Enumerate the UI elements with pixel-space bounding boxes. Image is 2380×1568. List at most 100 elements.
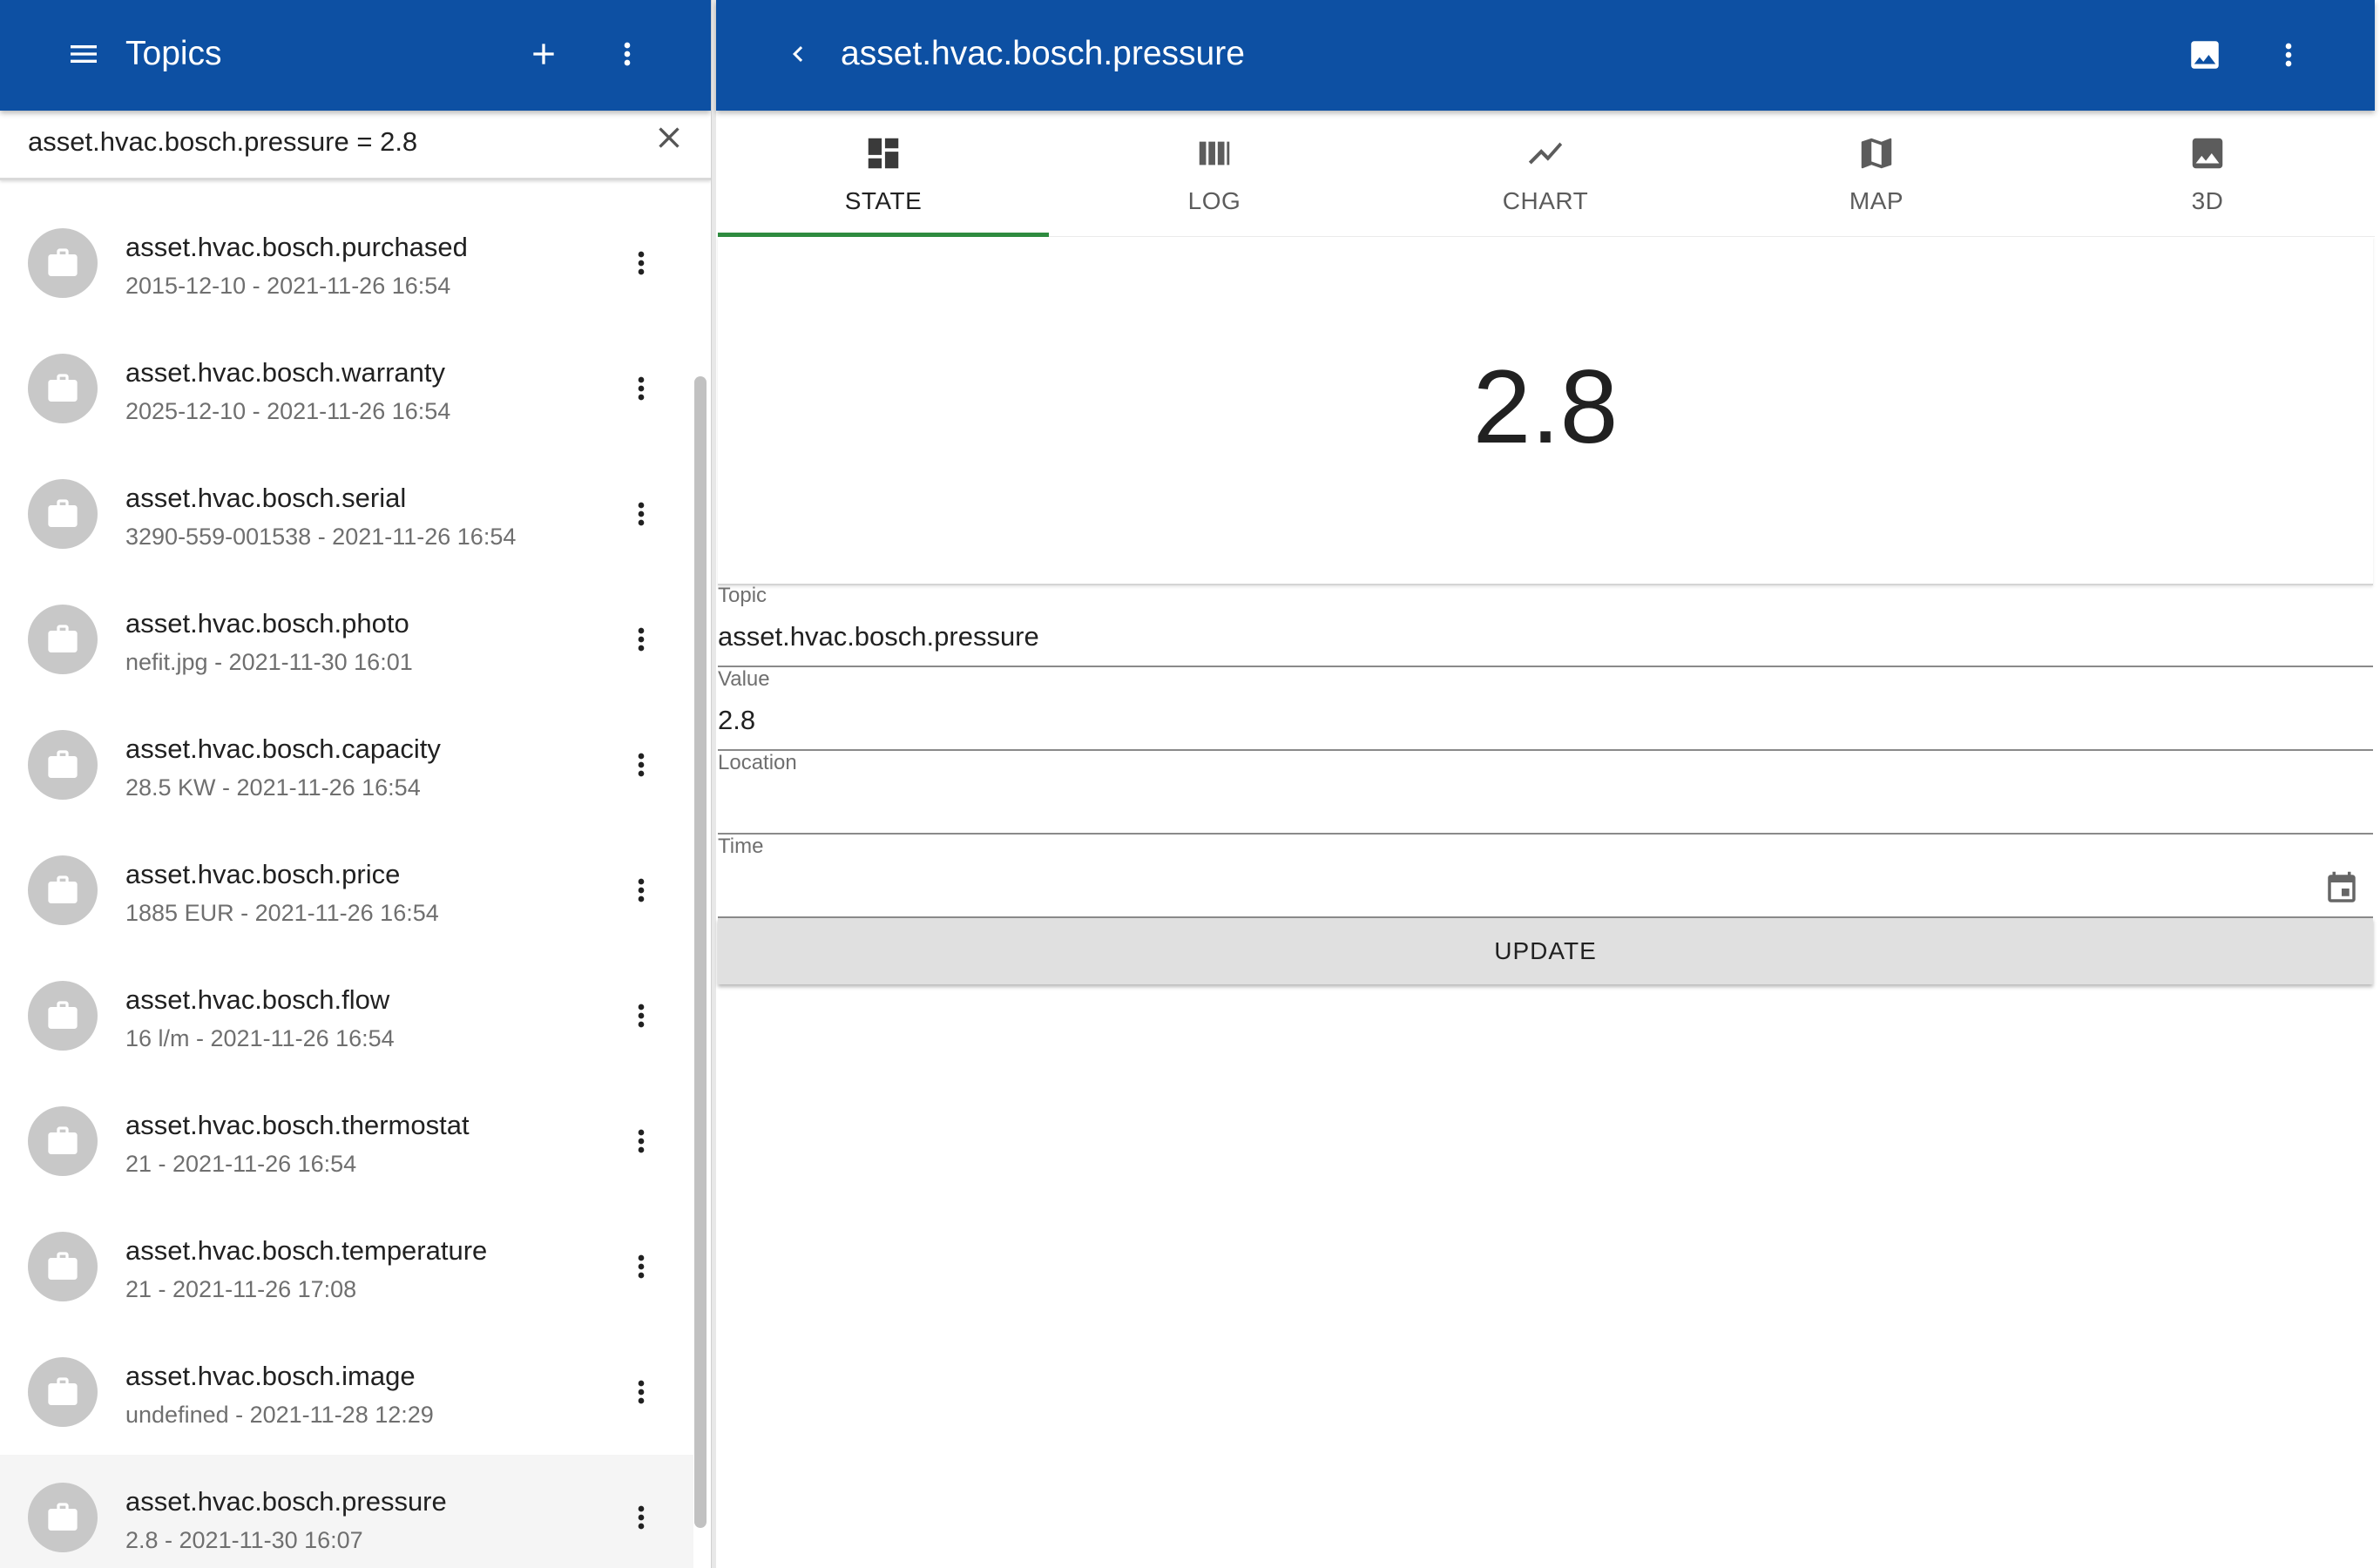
search-input[interactable] — [28, 118, 638, 166]
topic-name: asset.hvac.bosch.temperature — [125, 1235, 488, 1266]
more-vertical-icon[interactable] — [620, 491, 662, 537]
topics-app-bar: Topics — [0, 0, 711, 111]
briefcase-icon — [28, 228, 98, 298]
topic-subtitle: 2015-12-10 - 2021-11-26 16:54 — [125, 273, 451, 299]
topic-list-item[interactable]: asset.hvac.bosch.thermostat 21 - 2021-11-… — [0, 1078, 693, 1204]
topic-subtitle: 2.8 - 2021-11-30 16:07 — [125, 1527, 363, 1553]
image-icon[interactable] — [2183, 33, 2227, 77]
more-vertical-icon[interactable] — [605, 31, 650, 77]
tab-state[interactable]: STATE — [718, 111, 1049, 237]
topics-title: Topics — [125, 35, 222, 72]
more-vertical-icon[interactable] — [620, 617, 662, 662]
close-icon[interactable] — [646, 115, 692, 160]
detail-app-bar: asset.hvac.bosch.pressure — [716, 0, 2375, 111]
topic-subtitle: 21 - 2021-11-26 17:08 — [125, 1276, 357, 1302]
more-vertical-icon[interactable] — [620, 1244, 662, 1289]
topic-list-item[interactable]: asset.hvac.bosch.capacity 28.5 KW - 2021-… — [0, 702, 693, 828]
location-input[interactable] — [718, 782, 2303, 826]
briefcase-icon — [28, 1483, 98, 1552]
plus-icon[interactable] — [521, 31, 566, 77]
topic-name: asset.hvac.bosch.warranty — [125, 357, 446, 388]
tab-chart[interactable]: CHART — [1380, 111, 1711, 237]
more-vertical-icon[interactable] — [620, 240, 662, 286]
topic-list-item[interactable]: asset.hvac.bosch.warranty 2025-12-10 - 20… — [0, 326, 693, 451]
topic-name: asset.hvac.bosch.pressure — [125, 1486, 447, 1517]
more-vertical-icon[interactable] — [620, 868, 662, 913]
topic-list-item[interactable]: asset.hvac.bosch.flow 16 l/m - 2021-11-26… — [0, 953, 693, 1078]
topic-list-item[interactable]: asset.hvac.bosch.purchased 2015-12-10 - 2… — [0, 200, 693, 326]
topic-field: Topic — [718, 584, 2373, 667]
detail-title: asset.hvac.bosch.pressure — [841, 35, 1245, 72]
state-value: 2.8 — [1472, 348, 1619, 465]
scrollbar-thumb[interactable] — [694, 376, 707, 1528]
value-input[interactable] — [718, 699, 2303, 742]
tab-label: 3D — [2191, 187, 2224, 214]
more-vertical-icon[interactable] — [620, 366, 662, 411]
value-field: Value — [718, 667, 2373, 751]
calendar-icon[interactable] — [2323, 868, 2361, 909]
topic-name: asset.hvac.bosch.flow — [125, 984, 390, 1015]
more-vertical-icon[interactable] — [620, 742, 662, 787]
tab-bar: STATE LOG CHART MAP 3D — [718, 111, 2375, 237]
topic-name: asset.hvac.bosch.price — [125, 859, 401, 889]
briefcase-icon — [28, 1232, 98, 1301]
topic-subtitle: nefit.jpg - 2021-11-30 16:01 — [125, 649, 413, 675]
update-button[interactable]: UPDATE — [718, 918, 2373, 984]
topic-subtitle: 2025-12-10 - 2021-11-26 16:54 — [125, 398, 451, 424]
more-vertical-icon[interactable] — [2267, 33, 2310, 77]
map-icon — [1711, 132, 2042, 175]
topics-pane: Topics asset.hvac.bosch.purchased 2015-12… — [0, 0, 711, 1568]
tab-log[interactable]: LOG — [1049, 111, 1380, 237]
time-input[interactable] — [718, 866, 2303, 909]
topic-list-item[interactable]: asset.hvac.bosch.serial 3290-559-001538 -… — [0, 451, 693, 577]
more-vertical-icon[interactable] — [620, 1369, 662, 1415]
briefcase-icon — [28, 855, 98, 925]
topic-subtitle: 3290-559-001538 - 2021-11-26 16:54 — [125, 524, 517, 550]
more-vertical-icon[interactable] — [620, 993, 662, 1038]
topic-subtitle: 16 l/m - 2021-11-26 16:54 — [125, 1025, 395, 1051]
topic-list-item[interactable]: asset.hvac.bosch.photo nefit.jpg - 2021-1… — [0, 577, 693, 702]
topic-subtitle: 21 - 2021-11-26 16:54 — [125, 1151, 357, 1177]
dashboard-icon — [718, 132, 1049, 175]
hamburger-menu-icon[interactable] — [61, 31, 106, 77]
search-bar — [0, 111, 711, 180]
topic-subtitle: 28.5 KW - 2021-11-26 16:54 — [125, 774, 421, 801]
topic-list-item[interactable]: asset.hvac.bosch.image undefined - 2021-1… — [0, 1329, 693, 1455]
field-label: Time — [718, 835, 764, 858]
field-label: Location — [718, 751, 797, 774]
chevron-left-icon[interactable] — [777, 33, 819, 75]
location-field: Location — [718, 751, 2373, 835]
briefcase-icon — [28, 1106, 98, 1176]
show-chart-icon — [1380, 132, 1711, 175]
field-label: Value — [718, 667, 770, 691]
topic-name: asset.hvac.bosch.capacity — [125, 733, 441, 764]
briefcase-icon — [28, 981, 98, 1051]
briefcase-icon — [28, 479, 98, 549]
topic-name: asset.hvac.bosch.thermostat — [125, 1110, 470, 1140]
topic-subtitle: 1885 EUR - 2021-11-26 16:54 — [125, 900, 439, 926]
view-columns-icon — [1049, 132, 1380, 175]
topic-name: asset.hvac.bosch.image — [125, 1361, 416, 1391]
briefcase-icon — [28, 605, 98, 674]
tab-map[interactable]: MAP — [1711, 111, 2042, 237]
topic-list-item[interactable]: asset.hvac.bosch.temperature 21 - 2021-11… — [0, 1204, 693, 1329]
topic-name: asset.hvac.bosch.purchased — [125, 232, 468, 262]
topic-list-item[interactable]: asset.hvac.bosch.pressure 2.8 - 2021-11-3… — [0, 1455, 693, 1568]
topic-subtitle: undefined - 2021-11-28 12:29 — [125, 1402, 434, 1428]
more-vertical-icon[interactable] — [620, 1119, 662, 1164]
tab-label: CHART — [1502, 187, 1589, 214]
topic-detail-pane: asset.hvac.bosch.pressure STATE LOG CHAR… — [716, 0, 2380, 1568]
tab-label: LOG — [1187, 187, 1241, 214]
field-label: Topic — [718, 584, 767, 607]
briefcase-icon — [28, 1357, 98, 1427]
tab-label: MAP — [1849, 187, 1904, 214]
more-vertical-icon[interactable] — [620, 1495, 662, 1540]
topic-name: asset.hvac.bosch.serial — [125, 483, 407, 513]
topic-input[interactable] — [718, 615, 2303, 659]
briefcase-icon — [28, 730, 98, 800]
topic-list-item[interactable]: asset.hvac.bosch.price 1885 EUR - 2021-11… — [0, 828, 693, 953]
tab-label: STATE — [844, 187, 923, 214]
state-card: 2.8 — [718, 237, 2373, 585]
tab-3d[interactable]: 3D — [2042, 111, 2373, 237]
briefcase-icon — [28, 354, 98, 423]
